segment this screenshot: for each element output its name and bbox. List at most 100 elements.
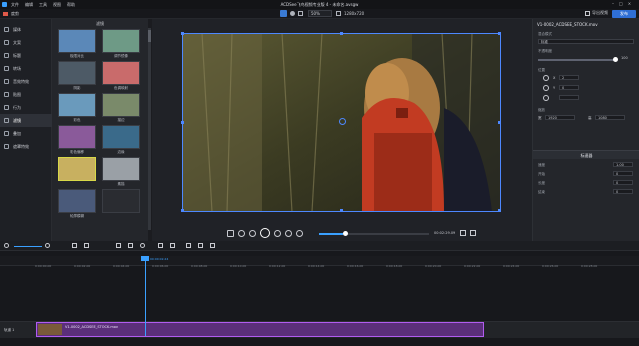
step-back-icon[interactable] — [249, 230, 256, 237]
resize-handle[interactable] — [181, 121, 184, 124]
rotate-input[interactable] — [559, 95, 579, 100]
timeline-zoom-slider[interactable] — [14, 246, 42, 247]
effects-scroll-thumb[interactable] — [148, 30, 151, 42]
crop-tool-icon[interactable] — [298, 11, 303, 16]
resize-handle[interactable] — [340, 209, 343, 212]
clip-title: V1-0002_ACDSEE_STOCK.mov — [65, 325, 118, 329]
sidebar-item-2[interactable]: 标题 — [0, 49, 52, 62]
x-input[interactable]: 2 — [559, 75, 579, 80]
maximize-icon[interactable]: □ — [619, 1, 623, 6]
effect-thumb[interactable] — [58, 93, 96, 117]
snapshot-icon[interactable] — [227, 230, 234, 237]
hand-tool-icon[interactable] — [290, 11, 295, 16]
export-button[interactable]: 导出视频 — [585, 10, 608, 16]
effect-thumb[interactable] — [102, 125, 140, 149]
audio-icon — [4, 79, 9, 84]
effect-thumb[interactable] — [102, 93, 140, 117]
split-icon[interactable] — [158, 243, 163, 248]
sidebar-item-label: 行为 — [13, 104, 21, 110]
cut-icon[interactable] — [116, 243, 121, 248]
effect-thumb[interactable] — [102, 157, 140, 181]
progress-thumb[interactable] — [343, 231, 348, 236]
loop-icon[interactable] — [296, 230, 303, 237]
y-value: 0 — [562, 86, 565, 90]
y-input[interactable]: 0 — [559, 85, 579, 90]
open-button[interactable]: 度剪 — [3, 11, 19, 17]
effect-thumb[interactable] — [58, 189, 96, 213]
title-bar: 文件 编辑 工具 视图 帮助 ACDSee飞鸟视频专业版 4 - 未命名.avs… — [0, 0, 639, 9]
player-controls: 00:02:29.09 — [152, 227, 532, 240]
play-icon[interactable] — [260, 228, 270, 238]
redo-icon[interactable] — [84, 243, 89, 248]
undo-icon[interactable] — [72, 243, 77, 248]
effect-thumb[interactable] — [102, 61, 140, 85]
rotate-icon[interactable] — [543, 95, 549, 101]
step-forward-icon[interactable] — [274, 230, 281, 237]
fit-icon[interactable] — [336, 11, 341, 16]
selection-frame[interactable] — [181, 32, 501, 212]
opacity-value: 100 — [621, 56, 628, 60]
fast-forward-icon[interactable] — [285, 230, 292, 237]
zoom-in-icon[interactable] — [45, 243, 50, 248]
volume-icon[interactable] — [460, 230, 466, 236]
ruler-tick-label: 0:00:28.00 — [581, 264, 598, 268]
marker-icon[interactable] — [140, 243, 145, 248]
playback-progress[interactable] — [319, 233, 429, 235]
effect-thumb[interactable] — [102, 189, 140, 213]
effect-thumb[interactable] — [102, 29, 140, 53]
fullscreen-icon[interactable] — [470, 230, 476, 236]
effect-thumb[interactable] — [58, 61, 96, 85]
effect-thumb[interactable] — [58, 125, 96, 149]
resize-handle[interactable] — [181, 209, 184, 212]
folder-icon — [3, 12, 8, 16]
opacity-thumb[interactable] — [613, 57, 618, 62]
resize-handle[interactable] — [340, 32, 343, 35]
close-icon[interactable]: × — [628, 1, 631, 6]
playhead-handle[interactable] — [141, 256, 149, 261]
rotate-handle-icon[interactable] — [339, 118, 346, 125]
sidebar-item-6[interactable]: 行为 — [0, 101, 52, 114]
width-input[interactable]: 1920 — [545, 115, 575, 120]
height-input[interactable]: 1080 — [595, 115, 625, 120]
rewind-icon[interactable] — [238, 230, 245, 237]
end-input[interactable]: 0 — [613, 189, 633, 194]
sidebar: 媒体 文案 标题 转场 音效特效 贴图行为滤镜 叠加 遮罩特效 — [0, 19, 52, 241]
sidebar-item-1[interactable]: 文案 — [0, 36, 52, 49]
playhead-line[interactable] — [145, 256, 146, 336]
effect-thumb[interactable] — [58, 29, 96, 53]
start-input[interactable]: 0 — [613, 171, 633, 176]
publish-button[interactable]: 发布 — [612, 10, 636, 18]
speed-icon[interactable] — [210, 243, 215, 248]
ruler-tick-label: 0:00:12.00 — [269, 264, 286, 268]
zoom-out-icon[interactable] — [4, 243, 9, 248]
sidebar-item-8[interactable]: 叠加 — [0, 127, 52, 140]
resize-handle[interactable] — [181, 32, 184, 35]
crop-clip-icon[interactable] — [170, 243, 175, 248]
sidebar-item-9[interactable]: 遮罩特效 — [0, 140, 52, 153]
overlay-icon — [4, 131, 9, 136]
speed-section-header[interactable]: 标速器 — [533, 150, 639, 159]
opacity-slider[interactable] — [538, 59, 616, 61]
favorite-icon[interactable] — [186, 243, 191, 248]
sidebar-item-5[interactable]: 贴图 — [0, 88, 52, 101]
resize-handle[interactable] — [498, 121, 501, 124]
properties-panel: V1-0002_ACDSEE_STOCK.mov 混合模式 标准 不透明度 10… — [532, 19, 639, 241]
delete-icon[interactable] — [128, 243, 133, 248]
blend-select[interactable]: 标准 — [538, 39, 634, 44]
zoom-select[interactable]: 50% — [308, 10, 332, 17]
select-tool-icon[interactable] — [280, 10, 287, 17]
speed-input[interactable]: 1.00 — [613, 162, 633, 167]
effect-thumb[interactable] — [58, 157, 96, 181]
sidebar-item-3[interactable]: 转场 — [0, 62, 52, 75]
video-clip[interactable]: V1-0002_ACDSEE_STOCK.mov — [36, 322, 484, 337]
effects-scrollbar[interactable] — [148, 28, 151, 230]
sidebar-item-4[interactable]: 音效特效 — [0, 75, 52, 88]
sidebar-item-0[interactable]: 媒体 — [0, 23, 52, 36]
resize-handle[interactable] — [498, 209, 501, 212]
sticker-icon — [4, 92, 9, 97]
resize-handle[interactable] — [498, 32, 501, 35]
minimize-icon[interactable]: – — [612, 1, 614, 6]
sidebar-item-7[interactable]: 滤镜 — [0, 114, 52, 127]
length-input[interactable]: 0 — [613, 180, 633, 185]
audio-detach-icon[interactable] — [198, 243, 203, 248]
